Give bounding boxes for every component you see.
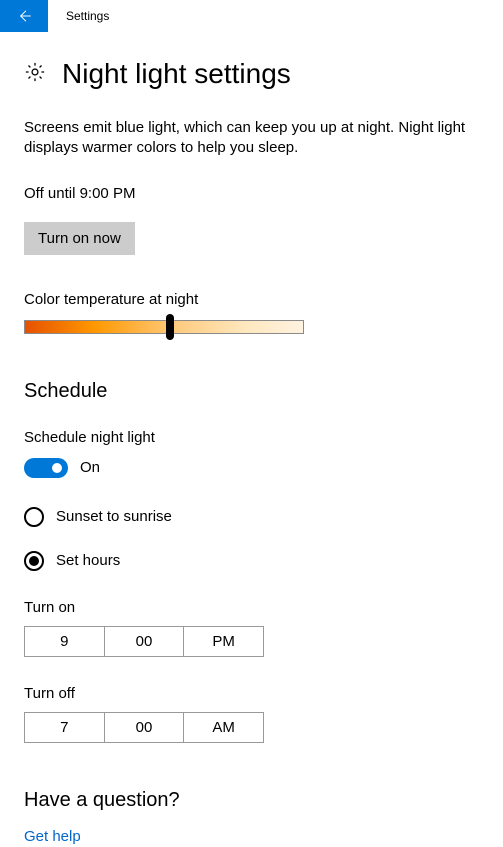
turn-off-ampm[interactable]: AM (184, 713, 263, 742)
radio-label: Set hours (56, 552, 120, 569)
turn-off-time-picker[interactable]: 7 00 AM (24, 712, 264, 743)
color-temperature-slider[interactable] (24, 320, 304, 334)
radio-icon (24, 551, 44, 571)
turn-on-label: Turn on (24, 599, 479, 616)
schedule-toggle-label: Schedule night light (24, 429, 479, 446)
arrow-left-icon (16, 8, 32, 24)
slider-thumb[interactable] (166, 314, 174, 340)
toggle-state-text: On (80, 459, 100, 476)
titlebar-app-name: Settings (66, 9, 109, 23)
help-heading: Have a question? (24, 789, 479, 812)
schedule-heading: Schedule (24, 380, 479, 403)
turn-on-now-button[interactable]: Turn on now (24, 222, 135, 255)
status-text: Off until 9:00 PM (24, 185, 479, 202)
color-temperature-label: Color temperature at night (24, 291, 479, 308)
turn-off-minute[interactable]: 00 (105, 713, 185, 742)
turn-on-ampm[interactable]: PM (184, 627, 263, 656)
description-text: Screens emit blue light, which can keep … (24, 118, 479, 159)
turn-on-hour[interactable]: 9 (25, 627, 105, 656)
radio-label: Sunset to sunrise (56, 508, 172, 525)
schedule-toggle[interactable]: On (24, 458, 100, 478)
page-content: Night light settings Screens emit blue l… (0, 32, 503, 846)
toggle-pill (24, 458, 68, 478)
turn-off-label: Turn off (24, 685, 479, 702)
page-title-row: Night light settings (24, 58, 479, 90)
gear-icon (24, 61, 46, 88)
titlebar: Settings (0, 0, 503, 32)
back-button[interactable] (0, 0, 48, 32)
radio-sunset-to-sunrise[interactable]: Sunset to sunrise (24, 507, 479, 527)
page-title: Night light settings (62, 58, 291, 90)
get-help-link[interactable]: Get help (24, 828, 81, 845)
turn-off-hour[interactable]: 7 (25, 713, 105, 742)
turn-on-minute[interactable]: 00 (105, 627, 185, 656)
radio-icon (24, 507, 44, 527)
radio-set-hours[interactable]: Set hours (24, 551, 479, 571)
toggle-knob (52, 463, 62, 473)
schedule-toggle-row: Schedule night light On (24, 429, 479, 483)
turn-on-time-picker[interactable]: 9 00 PM (24, 626, 264, 657)
